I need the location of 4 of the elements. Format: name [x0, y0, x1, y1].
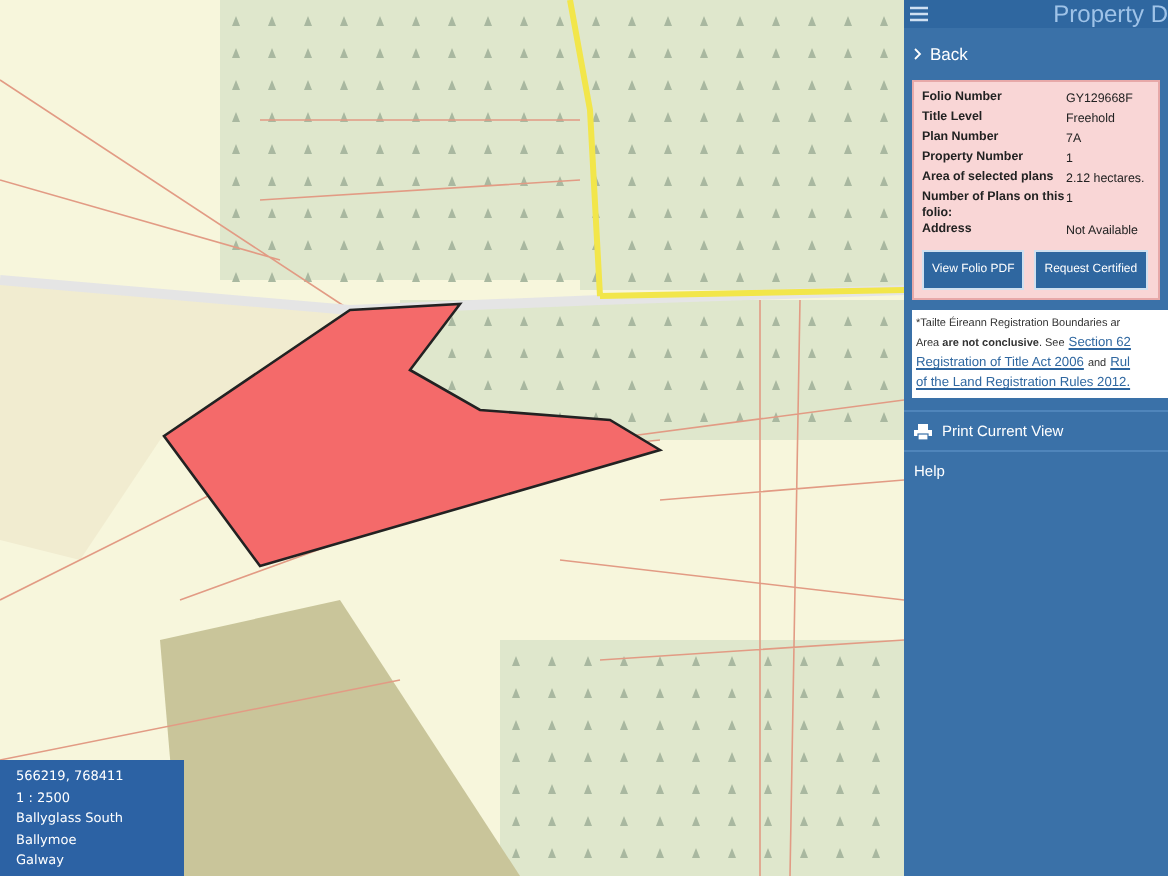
menu-icon[interactable]	[910, 6, 928, 22]
panel-title: Property D	[1053, 0, 1168, 28]
chevron-icon	[914, 48, 922, 60]
print-icon	[914, 423, 932, 439]
